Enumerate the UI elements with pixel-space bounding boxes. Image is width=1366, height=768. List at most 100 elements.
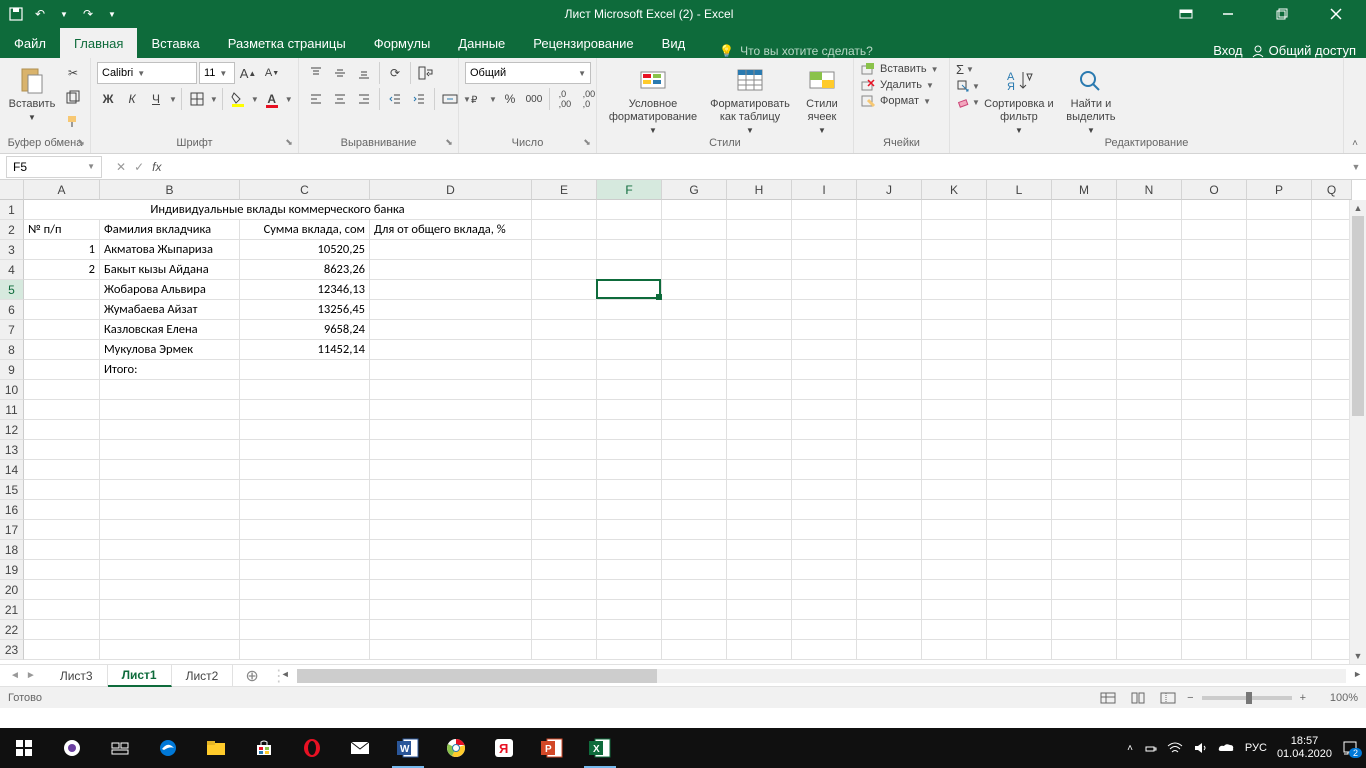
mail-icon[interactable] bbox=[336, 728, 384, 768]
column-header[interactable]: N bbox=[1117, 180, 1182, 200]
cell[interactable] bbox=[792, 320, 857, 340]
cell[interactable] bbox=[1052, 200, 1117, 220]
cell[interactable]: 11452,14 bbox=[240, 340, 370, 360]
row-header[interactable]: 12 bbox=[0, 420, 24, 440]
column-header[interactable]: H bbox=[727, 180, 792, 200]
cell[interactable]: Бакыт кызы Айдана bbox=[100, 260, 240, 280]
cell[interactable] bbox=[727, 240, 792, 260]
cell[interactable] bbox=[792, 600, 857, 620]
name-box[interactable]: F5 ▼ bbox=[6, 156, 102, 178]
cell[interactable] bbox=[597, 540, 662, 560]
cell[interactable] bbox=[24, 580, 100, 600]
cell[interactable] bbox=[1312, 600, 1352, 620]
cell[interactable] bbox=[370, 540, 532, 560]
format-table-button[interactable]: Форматировать как таблицу▼ bbox=[707, 62, 793, 136]
cell[interactable] bbox=[857, 320, 922, 340]
cell-styles-button[interactable]: Стили ячеек▼ bbox=[797, 62, 847, 136]
chevron-down-icon[interactable]: ▼ bbox=[285, 95, 293, 104]
cell[interactable] bbox=[1052, 240, 1117, 260]
align-right-button[interactable] bbox=[353, 88, 375, 110]
cell[interactable] bbox=[922, 500, 987, 520]
cell[interactable] bbox=[987, 200, 1052, 220]
font-color-button[interactable]: A bbox=[261, 88, 283, 110]
row-header[interactable]: 7 bbox=[0, 320, 24, 340]
cell[interactable] bbox=[922, 640, 987, 660]
scroll-thumb[interactable] bbox=[1352, 216, 1364, 416]
cell[interactable] bbox=[1182, 340, 1247, 360]
cell[interactable] bbox=[1247, 580, 1312, 600]
cell[interactable] bbox=[1247, 460, 1312, 480]
zoom-out-button[interactable]: − bbox=[1187, 692, 1193, 704]
cell[interactable] bbox=[792, 420, 857, 440]
cell[interactable] bbox=[597, 280, 662, 300]
cell[interactable] bbox=[922, 400, 987, 420]
cell[interactable] bbox=[1182, 200, 1247, 220]
cell[interactable] bbox=[100, 440, 240, 460]
cell[interactable] bbox=[240, 480, 370, 500]
column-header[interactable]: G bbox=[662, 180, 727, 200]
cell[interactable] bbox=[24, 640, 100, 660]
column-header[interactable]: F bbox=[597, 180, 662, 200]
zoom-slider[interactable] bbox=[1202, 696, 1292, 700]
chevron-down-icon[interactable]: ▼ bbox=[210, 95, 218, 104]
cell[interactable] bbox=[24, 300, 100, 320]
cell[interactable] bbox=[24, 500, 100, 520]
cell[interactable] bbox=[1182, 520, 1247, 540]
sheet-tab[interactable]: Лист2 bbox=[172, 665, 234, 687]
cell[interactable] bbox=[1247, 440, 1312, 460]
cell[interactable] bbox=[1052, 280, 1117, 300]
cell[interactable] bbox=[1182, 480, 1247, 500]
word-icon[interactable]: W bbox=[384, 728, 432, 768]
cell[interactable] bbox=[597, 320, 662, 340]
cell[interactable] bbox=[240, 520, 370, 540]
cell[interactable] bbox=[24, 560, 100, 580]
cell[interactable] bbox=[240, 620, 370, 640]
cell[interactable] bbox=[597, 220, 662, 240]
cell[interactable] bbox=[1312, 320, 1352, 340]
cell[interactable]: Жобарова Альвира bbox=[100, 280, 240, 300]
edge-icon[interactable] bbox=[144, 728, 192, 768]
cell[interactable] bbox=[987, 360, 1052, 380]
cell[interactable] bbox=[1117, 420, 1182, 440]
cell[interactable] bbox=[662, 340, 727, 360]
cell[interactable] bbox=[532, 240, 597, 260]
cell[interactable] bbox=[987, 560, 1052, 580]
cell[interactable] bbox=[727, 200, 792, 220]
border-button[interactable] bbox=[186, 88, 208, 110]
cell[interactable] bbox=[24, 620, 100, 640]
column-header[interactable]: M bbox=[1052, 180, 1117, 200]
cell[interactable] bbox=[792, 360, 857, 380]
cell[interactable] bbox=[727, 360, 792, 380]
cell[interactable] bbox=[1247, 400, 1312, 420]
chevron-down-icon[interactable]: ▼ bbox=[489, 95, 497, 104]
wifi-icon[interactable] bbox=[1167, 742, 1183, 754]
tab-data[interactable]: Данные bbox=[444, 28, 519, 58]
cell[interactable] bbox=[597, 600, 662, 620]
cell[interactable]: Жумабаева Айзат bbox=[100, 300, 240, 320]
cell[interactable] bbox=[1117, 220, 1182, 240]
column-header[interactable]: P bbox=[1247, 180, 1312, 200]
sheet-tab[interactable]: Лист3 bbox=[46, 665, 108, 687]
cell[interactable] bbox=[727, 560, 792, 580]
row-header[interactable]: 5 bbox=[0, 280, 24, 300]
cell[interactable] bbox=[100, 460, 240, 480]
row-header[interactable]: 2 bbox=[0, 220, 24, 240]
cell[interactable] bbox=[532, 520, 597, 540]
cell[interactable] bbox=[1117, 260, 1182, 280]
cell[interactable] bbox=[857, 200, 922, 220]
accounting-button[interactable]: ₽ bbox=[465, 88, 487, 110]
cell[interactable] bbox=[922, 480, 987, 500]
volume-icon[interactable] bbox=[1193, 741, 1207, 755]
cell[interactable] bbox=[727, 300, 792, 320]
cell[interactable]: 10520,25 bbox=[240, 240, 370, 260]
column-header[interactable]: L bbox=[987, 180, 1052, 200]
cell[interactable] bbox=[922, 260, 987, 280]
cell[interactable] bbox=[792, 620, 857, 640]
cell[interactable] bbox=[532, 300, 597, 320]
cell[interactable] bbox=[1182, 420, 1247, 440]
cell[interactable] bbox=[1247, 420, 1312, 440]
collapse-ribbon-button[interactable]: ˄ bbox=[1344, 58, 1366, 153]
cell[interactable] bbox=[662, 200, 727, 220]
cell[interactable] bbox=[1247, 380, 1312, 400]
cell[interactable] bbox=[240, 380, 370, 400]
